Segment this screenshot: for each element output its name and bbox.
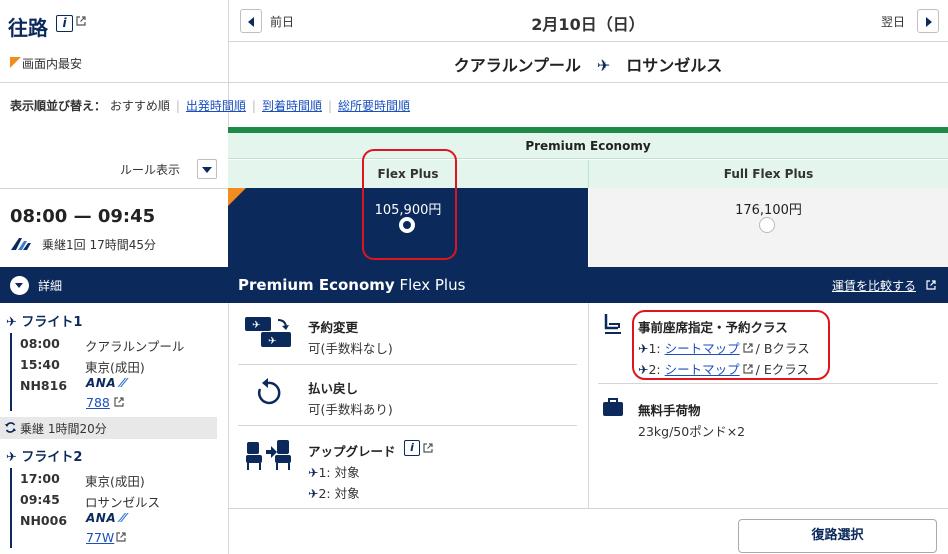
airplane-icon: ✈	[596, 56, 611, 75]
next-day-button[interactable]	[917, 9, 939, 33]
segment-1-dep-airport: クアラルンプール	[85, 339, 185, 354]
upgrade-seat-icon	[246, 440, 291, 470]
divider	[598, 383, 938, 384]
seat-icon	[604, 314, 621, 334]
change-ticket-icon: ✈ ✈	[245, 317, 291, 347]
segment-1-title: フライト1	[21, 315, 83, 330]
sort-arrival-link[interactable]: 到着時間順	[262, 99, 322, 113]
airplane-icon: ✈	[308, 486, 319, 501]
detail-bar	[0, 267, 948, 303]
info-icon[interactable]: i	[404, 440, 420, 456]
segment-2-dep-time: 17:00	[20, 471, 60, 486]
ana-logo-icon	[11, 238, 31, 250]
segment-line	[10, 333, 12, 411]
highlight-box	[362, 149, 457, 260]
segment-2-arr-airport: ロサンゼルス	[85, 495, 161, 510]
origin-city: クアラルンプール	[453, 56, 581, 75]
baggage-value: 23kg/50ポンド×2	[638, 424, 746, 439]
divider	[228, 508, 948, 509]
external-link-icon	[114, 397, 124, 407]
airplane-icon: ✈	[6, 315, 22, 330]
detail-toggle-button[interactable]	[10, 276, 29, 295]
refund-icon	[258, 378, 281, 405]
divider	[238, 425, 577, 426]
divider	[0, 82, 948, 83]
fare-type-name: Flex Plus	[394, 276, 466, 294]
fare-column-full-flex-plus: Full Flex Plus	[589, 160, 948, 188]
upgrade-title: アップグレード	[308, 444, 396, 459]
selected-fare-name: Premium Economy Flex Plus	[238, 276, 465, 294]
change-value: 可(手数料なし)	[308, 341, 393, 356]
detail-label[interactable]: 詳細	[38, 277, 62, 294]
destination-city: ロサンゼルス	[626, 56, 723, 75]
direction-title: 往路	[8, 16, 48, 40]
chevron-down-icon	[15, 283, 23, 288]
airplane-icon: ✈	[308, 465, 319, 480]
baggage-icon	[603, 398, 623, 416]
airplane-icon: ✈	[6, 450, 22, 465]
refund-value: 可(手数料あり)	[308, 402, 393, 417]
segment-2-flight-number: NH006	[20, 513, 68, 528]
rules-toggle-button[interactable]	[197, 159, 217, 179]
refund-title: 払い戻し	[308, 381, 359, 396]
change-title: 予約変更	[308, 320, 359, 335]
divider	[228, 303, 229, 554]
external-link-icon	[926, 280, 936, 290]
segment-2-header: ✈ フライト2	[6, 446, 82, 465]
next-day-label[interactable]: 翌日	[881, 13, 905, 30]
sort-duration-link[interactable]: 総所要時間順	[338, 99, 410, 113]
cheapest-flag-icon	[10, 57, 21, 68]
segment-1-header: ✈ フライト1	[6, 311, 82, 330]
segment-2-title: フライト2	[21, 450, 83, 465]
external-link-icon	[423, 443, 433, 453]
external-link-icon[interactable]	[76, 16, 86, 26]
fare-cabin-name: Premium Economy	[238, 276, 395, 294]
divider	[238, 364, 577, 365]
svg-text:✈: ✈	[252, 320, 260, 331]
aircraft-link[interactable]: 788	[86, 395, 110, 410]
chevron-right-icon	[926, 17, 932, 27]
upgrade-segment-1: ✈1: 対象	[308, 465, 360, 480]
date-title: 2月10日（日）	[531, 15, 645, 34]
segment-2-dep-airport: 東京(成田)	[85, 474, 145, 489]
divider	[588, 303, 589, 508]
fare-price-full-flex-plus: 176,100円	[735, 203, 802, 218]
segment-line	[10, 468, 12, 548]
ana-logo-icon: ANA ⁄⁄	[86, 376, 126, 390]
segment-1-flight-number: NH816	[20, 378, 68, 393]
route-title: クアラルンプール ✈ ロサンゼルス	[228, 52, 948, 76]
flight-time-range: 08:00 — 09:45	[10, 206, 156, 227]
select-return-button[interactable]: 復路選択	[738, 519, 937, 553]
external-link-icon	[116, 532, 126, 542]
transfer-icon	[5, 422, 16, 433]
svg-text:✈: ✈	[268, 336, 276, 347]
divider	[0, 188, 228, 189]
segment-1-dep-time: 08:00	[20, 336, 60, 351]
cheapest-label: 画面内最安	[22, 57, 83, 71]
sort-departure-link[interactable]: 出発時間順	[186, 99, 246, 113]
segment-1-arr-time: 15:40	[20, 357, 60, 372]
divider	[228, 41, 948, 42]
baggage-title: 無料手荷物	[638, 403, 701, 418]
rules-label: ルール表示	[120, 163, 181, 177]
upgrade-segment-2: ✈2: 対象	[308, 486, 360, 501]
sort-bar: 表示順並び替え： おすすめ順 | 出発時間順 | 到着時間順 | 総所要時間順	[10, 99, 411, 113]
sort-label: 表示順並び替え：	[10, 99, 107, 113]
fare-radio[interactable]	[759, 217, 775, 233]
segment-2-arr-time: 09:45	[20, 492, 60, 507]
flight-summary: 乗継1回 17時間45分	[42, 238, 156, 252]
highlight-box	[632, 310, 830, 380]
aircraft-link[interactable]: 77W	[86, 530, 114, 545]
sort-current: おすすめ順	[109, 99, 170, 113]
compare-fares-link[interactable]: 運賃を比較する	[832, 277, 916, 294]
chevron-down-icon	[202, 167, 212, 173]
transfer-label: 乗継 1時間20分	[20, 422, 107, 436]
segment-1-arr-airport: 東京(成田)	[85, 360, 145, 375]
info-icon[interactable]: i	[56, 15, 73, 32]
ana-logo-icon: ANA ⁄⁄	[86, 511, 126, 525]
cabin-header: Premium Economy	[228, 133, 948, 159]
